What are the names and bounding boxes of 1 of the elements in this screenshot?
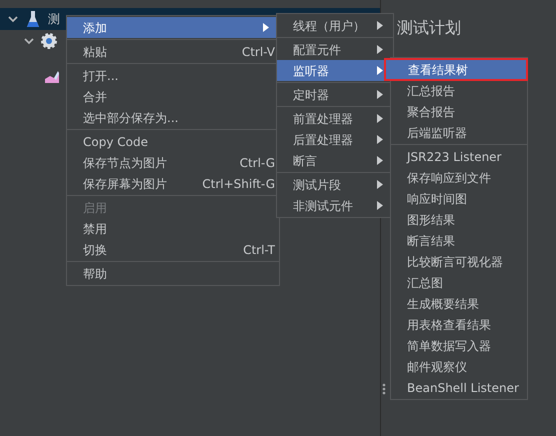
panel-title: 测试计划 xyxy=(397,17,462,39)
